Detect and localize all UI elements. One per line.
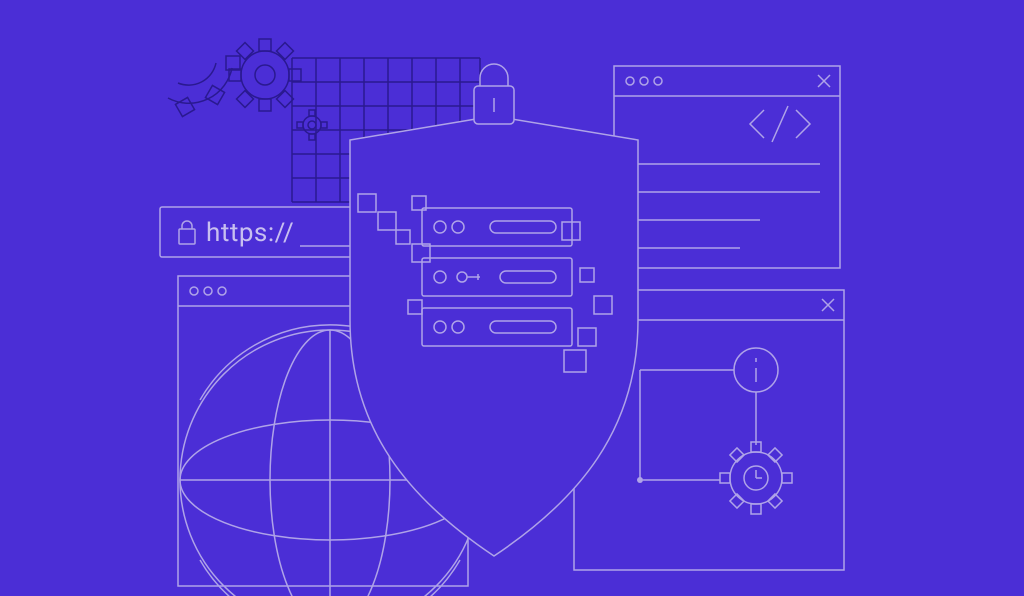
url-text: https:// [206, 218, 294, 248]
illustration-svg: https:// [0, 0, 1024, 596]
code-window [614, 66, 840, 268]
gear-icon-partial [168, 56, 240, 117]
url-bar: https:// [160, 207, 374, 257]
gear-icon-large [229, 39, 301, 111]
gear-icon-small [297, 110, 327, 140]
security-illustration: https:// [0, 0, 1024, 596]
